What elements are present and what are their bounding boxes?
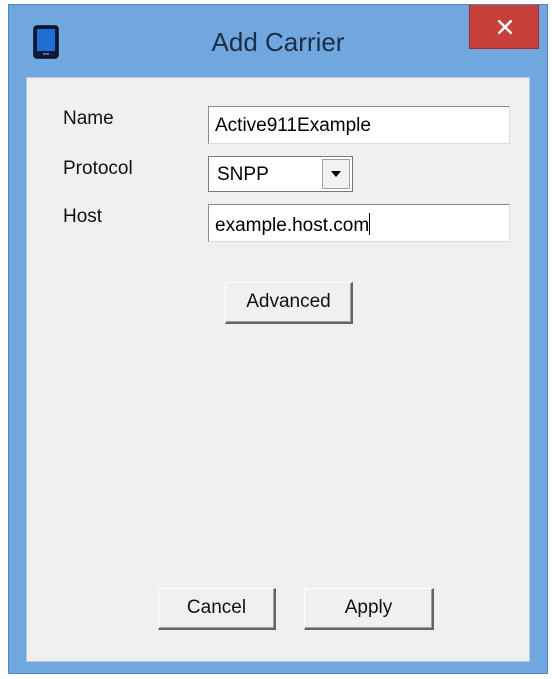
text-caret: [369, 213, 371, 235]
close-button[interactable]: [469, 5, 539, 49]
protocol-label: Protocol: [63, 158, 133, 179]
host-value: example.host.com: [215, 215, 370, 236]
add-carrier-dialog: Add Carrier Name Active911Example Protoc…: [8, 4, 548, 674]
chevron-down-icon: [331, 171, 341, 177]
apply-button[interactable]: Apply: [304, 588, 434, 630]
cancel-button[interactable]: Cancel: [158, 588, 276, 630]
title-bar[interactable]: Add Carrier: [9, 5, 547, 77]
close-icon: [498, 20, 512, 34]
protocol-value: SNPP: [217, 164, 269, 185]
name-value: Active911Example: [215, 115, 371, 136]
host-label: Host: [63, 206, 103, 227]
name-label: Name: [63, 108, 114, 129]
dropdown-button[interactable]: [322, 159, 350, 189]
protocol-select[interactable]: SNPP: [208, 156, 353, 192]
host-field[interactable]: example.host.com: [208, 204, 510, 242]
dialog-body: Name Active911Example Protocol SNPP Host…: [26, 77, 530, 662]
window-title: Add Carrier: [211, 27, 345, 57]
name-field[interactable]: Active911Example: [208, 106, 510, 144]
advanced-button[interactable]: Advanced: [225, 282, 353, 324]
